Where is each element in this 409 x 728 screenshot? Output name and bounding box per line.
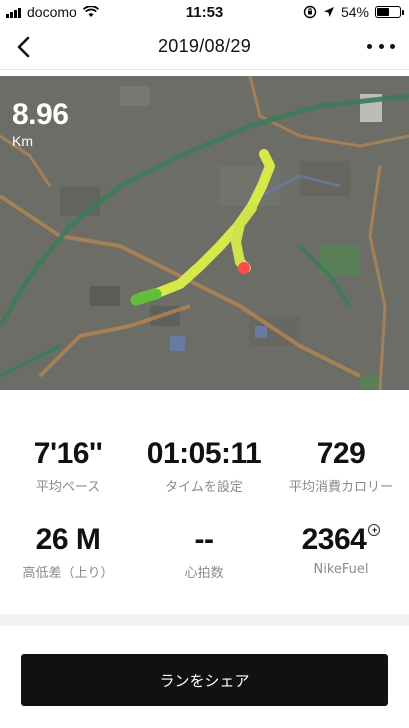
stat-calories: 729 平均消費カロリー [273, 436, 409, 495]
stat-value: 2364 + [273, 522, 409, 558]
stat-label: NikeFuel [313, 562, 369, 577]
share-run-button[interactable]: ランをシェア [21, 654, 388, 706]
battery-icon [375, 6, 404, 18]
stat-average-pace: 7'16'' 平均ペース [0, 436, 136, 495]
stat-value: 729 [316, 437, 366, 470]
stat-label: 心拍数 [184, 566, 224, 581]
stat-label: 平均ペース [35, 480, 101, 495]
stat-value: 7'16'' [33, 437, 103, 470]
rotation-lock-icon [303, 5, 317, 19]
battery-percent: 54% [340, 4, 369, 20]
stat-heart-rate: -- 心拍数 [136, 522, 272, 581]
stat-duration: 01:05:11 タイムを設定 [136, 436, 272, 495]
page-title: 2019/08/29 [157, 36, 252, 56]
section-divider [0, 614, 409, 626]
stat-nikefuel[interactable]: 2364 + NikeFuel [273, 522, 409, 577]
status-right: 54% [303, 4, 404, 20]
route-end-marker [238, 262, 250, 274]
more-dot-icon [378, 43, 384, 49]
distance-unit: Km [12, 133, 33, 149]
more-dot-icon [367, 43, 372, 49]
distance-overlay: 8.96 Km [12, 98, 69, 150]
stat-label: タイムを設定 [165, 480, 243, 495]
distance-value: 8.96 [12, 98, 69, 131]
stat-value: 01:05:11 [146, 437, 262, 470]
stat-value: 26 M [35, 523, 101, 556]
nav-bar: 2019/08/29 [0, 24, 409, 70]
stat-value: -- [194, 523, 214, 556]
more-dot-icon [390, 43, 395, 49]
more-options-button[interactable] [367, 36, 395, 56]
stat-elevation-gain: 26 M 高低差（上り） [0, 522, 136, 581]
stat-label: 高低差（上り） [22, 566, 114, 581]
stat-label: 平均消費カロリー [288, 480, 393, 495]
location-arrow-icon [323, 7, 334, 17]
status-bar: docomo 11:53 54% [0, 0, 409, 24]
nikefuel-info-icon[interactable]: + [368, 524, 381, 536]
